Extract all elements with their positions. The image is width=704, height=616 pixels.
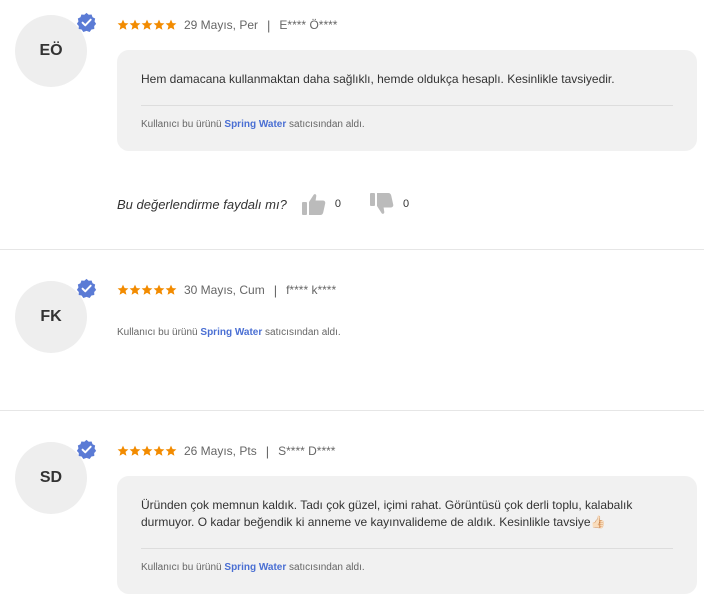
reviewer-name: S**** D****	[278, 444, 336, 458]
star-rating	[117, 445, 177, 457]
helpful-section: Bu değerlendirme faydalı mı? 0 0	[117, 192, 409, 216]
star-icon	[129, 19, 141, 30]
review-meta: 30 Mayıs, Cum | f**** k****	[117, 282, 336, 298]
review-bubble: Hem damacana kullanmaktan daha sağlıklı,…	[117, 50, 697, 151]
star-icon	[165, 445, 177, 456]
avatar: FK	[15, 278, 97, 353]
verified-badge-icon	[76, 278, 97, 298]
seller-suffix: satıcısından aldı.	[289, 119, 365, 130]
review-text: Hem damacana kullanmaktan daha sağlıklı,…	[141, 72, 615, 86]
seller-suffix: satıcısından aldı.	[265, 327, 341, 338]
star-icon	[141, 445, 153, 456]
meta-separator: |	[273, 282, 278, 298]
reviewer-name: f**** k****	[286, 283, 337, 297]
star-rating	[117, 19, 177, 31]
meta-separator: |	[265, 443, 270, 459]
star-icon	[129, 284, 141, 295]
review-text: Üründen çok memnun kaldık. Tadı çok güze…	[141, 498, 633, 529]
review-date: 26 Mayıs, Pts	[184, 444, 257, 458]
review-date: 29 Mayıs, Per	[184, 18, 259, 32]
helpful-question: Bu değerlendirme faydalı mı?	[117, 196, 287, 212]
dislike-button[interactable]: 0	[369, 192, 409, 216]
review-divider	[0, 249, 704, 250]
avatar: EÖ	[15, 12, 97, 87]
seller-info: Kullanıcı bu ürünü Spring Water satıcısı…	[117, 327, 341, 338]
seller-prefix: Kullanıcı bu ürünü	[117, 327, 198, 338]
avatar-initials: FK	[40, 308, 62, 325]
star-rating	[117, 284, 177, 296]
star-icon	[129, 445, 141, 456]
seller-info: Kullanıcı bu ürünü Spring Water satıcısı…	[141, 562, 673, 594]
bubble-divider	[141, 105, 673, 106]
seller-info: Kullanıcı bu ürünü Spring Water satıcısı…	[141, 119, 673, 151]
star-icon	[153, 445, 165, 456]
seller-link[interactable]: Spring Water	[224, 119, 286, 130]
star-icon	[165, 19, 177, 30]
review-meta: 29 Mayıs, Per | E**** Ö****	[117, 17, 337, 33]
review-bubble: Üründen çok memnun kaldık. Tadı çok güze…	[117, 476, 697, 594]
thumbs-down-icon	[369, 193, 394, 214]
avatar-initials: EÖ	[39, 42, 63, 59]
verified-badge-icon	[76, 12, 97, 32]
seller-link[interactable]: Spring Water	[200, 327, 262, 338]
star-icon	[153, 284, 165, 295]
avatar-initials: SD	[39, 469, 63, 486]
star-icon	[117, 19, 129, 30]
review-date: 30 Mayıs, Cum	[184, 283, 265, 297]
star-icon	[117, 445, 129, 456]
reviewer-name: E**** Ö****	[279, 18, 338, 32]
seller-prefix: Kullanıcı bu ürünü	[141, 562, 222, 573]
star-icon	[141, 284, 153, 295]
thumbs-up-icon	[301, 194, 326, 215]
seller-prefix: Kullanıcı bu ürünü	[141, 119, 222, 130]
meta-separator: |	[267, 17, 271, 33]
verified-badge-icon	[76, 439, 97, 459]
like-button[interactable]: 0	[301, 192, 341, 216]
dislike-count: 0	[402, 198, 410, 210]
star-icon	[117, 284, 129, 295]
review-divider	[0, 410, 704, 411]
like-count: 0	[334, 198, 341, 210]
star-icon	[153, 19, 165, 30]
review-meta: 26 Mayıs, Pts | S**** D****	[117, 443, 335, 459]
bubble-divider	[141, 548, 673, 549]
avatar: SD	[15, 439, 97, 514]
star-icon	[165, 284, 177, 295]
seller-suffix: satıcısından aldı.	[289, 562, 365, 573]
star-icon	[141, 19, 153, 30]
seller-link[interactable]: Spring Water	[224, 562, 286, 573]
